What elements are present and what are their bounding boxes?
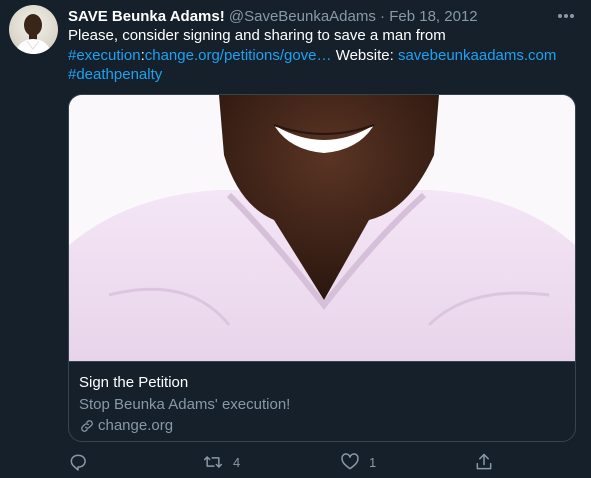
- share-button[interactable]: [474, 452, 494, 472]
- tweet-actions: 4 1: [68, 452, 576, 476]
- share-icon: [476, 453, 492, 470]
- reply-icon: [70, 454, 86, 471]
- avatar-image: [15, 14, 52, 54]
- petition-link[interactable]: change.org/petitions/gove…: [145, 47, 332, 64]
- website-label: Website:: [331, 46, 398, 64]
- card-title[interactable]: Sign the Petition: [79, 373, 565, 392]
- heart-icon: [341, 453, 359, 470]
- more-horizontal-icon: [558, 14, 574, 18]
- display-name[interactable]: SAVE Beunka Adams!: [68, 8, 225, 25]
- hashtag-execution-link[interactable]: #execution: [68, 47, 141, 64]
- card-photo: [69, 95, 575, 361]
- card-domain: change.org: [79, 416, 565, 435]
- tweet-text: Please, consider signing and sharing to …: [68, 26, 568, 85]
- like-count: 1: [369, 454, 377, 470]
- card-image[interactable]: [69, 95, 575, 361]
- tweet-text-intro: Please, consider signing and sharing to …: [68, 27, 446, 44]
- retweet-count: 4: [233, 454, 241, 470]
- user-handle[interactable]: @SaveBeunkaAdams: [229, 8, 376, 25]
- link-card[interactable]: Sign the Petition Stop Beunka Adams' exe…: [68, 94, 576, 442]
- like-button[interactable]: 1: [340, 452, 376, 472]
- link-icon: [81, 419, 93, 432]
- card-body[interactable]: Sign the Petition Stop Beunka Adams' exe…: [69, 361, 575, 441]
- retweet-button[interactable]: 4: [202, 452, 240, 472]
- avatar[interactable]: [9, 5, 58, 54]
- website-link[interactable]: savebeunkaadams.com: [398, 47, 556, 64]
- separator-dot: ·: [380, 8, 386, 25]
- card-domain-text: change.org: [98, 417, 174, 434]
- hashtag-deathpenalty-link[interactable]: #deathpenalty: [68, 66, 162, 83]
- tweet[interactable]: SAVE Beunka Adams! @SaveBeunkaAdams · Fe…: [0, 0, 591, 478]
- reply-button[interactable]: [68, 452, 88, 472]
- more-options-button[interactable]: [555, 6, 577, 26]
- retweet-icon: [203, 456, 223, 468]
- tweet-header: SAVE Beunka Adams! @SaveBeunkaAdams · Fe…: [68, 7, 478, 27]
- card-description: Stop Beunka Adams' execution!: [79, 396, 291, 413]
- tweet-date[interactable]: Feb 18, 2012: [389, 8, 477, 25]
